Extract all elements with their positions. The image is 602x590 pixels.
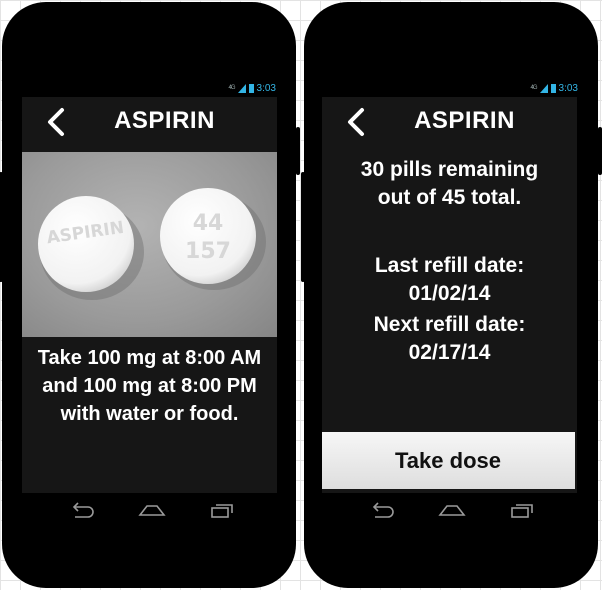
- battery-icon: [550, 83, 556, 93]
- medication-detail-screen: ASPIRIN ASPIRIN 44 157 Take 100 mg at 8:…: [22, 97, 277, 493]
- take-dose-button[interactable]: Take dose: [322, 432, 575, 489]
- signal-icon: [539, 83, 548, 93]
- nav-bar: [304, 502, 598, 524]
- phone-right: 4G 3:03 ASPIRIN 30 pills remaining out o…: [301, 2, 602, 588]
- next-refill-date: 02/17/14: [408, 341, 491, 364]
- volume-button: [0, 172, 3, 282]
- status-time: 3:03: [256, 82, 276, 94]
- page-title: ASPIRIN: [114, 107, 215, 134]
- status-time: 3:03: [558, 82, 578, 94]
- app-bar: ASPIRIN: [322, 97, 577, 149]
- status-bar: 4G 3:03: [229, 80, 276, 96]
- pill-imprint-b-line1: 44: [193, 211, 224, 236]
- last-refill-date: 01/02/14: [408, 282, 491, 305]
- next-refill-label: Next refill date:: [373, 313, 526, 336]
- phone-left: 4G 3:03 ASPIRIN ASPIRIN 44 157 Take 100 …: [0, 2, 300, 588]
- recents-icon[interactable]: [509, 502, 535, 520]
- power-button: [296, 127, 300, 175]
- status-bar: 4G 3:03: [531, 80, 578, 96]
- pill-imprint-b-line2: 157: [185, 239, 231, 264]
- back-arrow-icon[interactable]: [369, 502, 395, 520]
- network-label: 4G: [530, 85, 538, 91]
- next-refill: Next refill date: 02/17/14: [322, 311, 577, 367]
- network-label: 4G: [228, 85, 236, 91]
- pill-image: ASPIRIN 44 157: [38, 188, 266, 300]
- pills-remaining-line1: 30 pills remaining: [360, 158, 539, 181]
- home-icon[interactable]: [438, 502, 466, 520]
- last-refill: Last refill date: 01/02/14: [322, 252, 577, 308]
- pill-photo: ASPIRIN 44 157: [22, 152, 277, 337]
- power-button: [598, 127, 602, 175]
- battery-icon: [248, 83, 254, 93]
- home-icon[interactable]: [138, 502, 166, 520]
- pills-remaining: 30 pills remaining out of 45 total.: [322, 156, 577, 212]
- refill-info-screen: ASPIRIN 30 pills remaining out of 45 tot…: [322, 97, 577, 493]
- back-arrow-icon[interactable]: [69, 502, 95, 520]
- nav-bar: [2, 502, 296, 524]
- app-bar: ASPIRIN: [22, 97, 277, 149]
- volume-button: [301, 172, 305, 282]
- dosage-instructions: Take 100 mg at 8:00 AM and 100 mg at 8:0…: [37, 347, 262, 425]
- page-title: ASPIRIN: [414, 107, 515, 134]
- signal-icon: [237, 83, 246, 93]
- last-refill-label: Last refill date:: [374, 254, 525, 277]
- recents-icon[interactable]: [209, 502, 235, 520]
- pill-b: [160, 188, 256, 284]
- pills-remaining-line2: out of 45 total.: [377, 186, 522, 209]
